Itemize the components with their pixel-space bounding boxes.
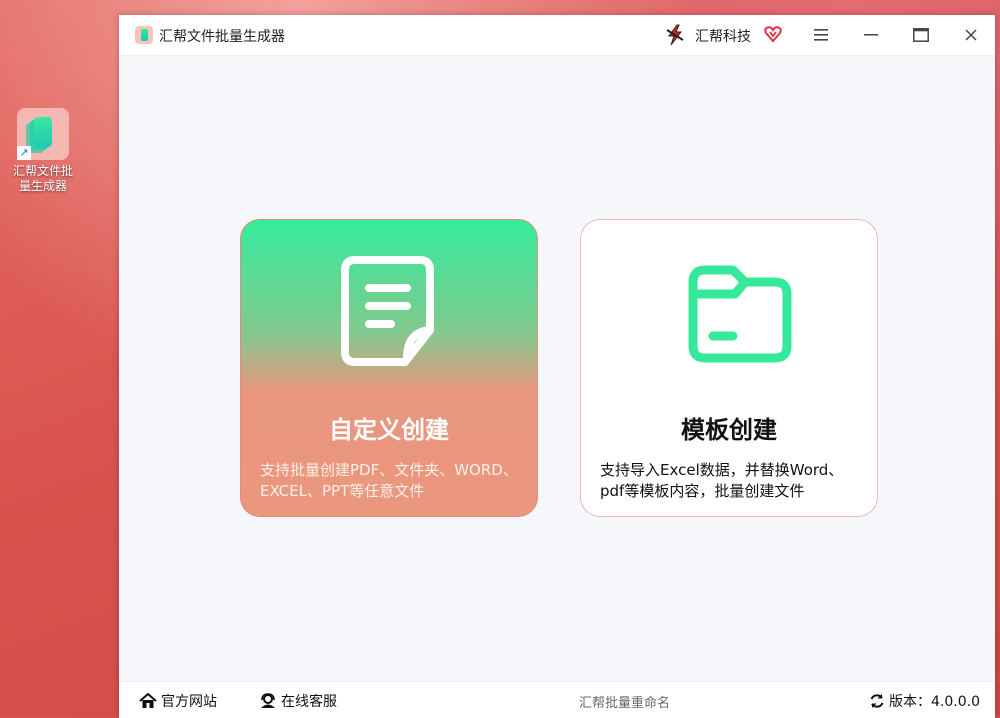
refresh-icon	[870, 694, 884, 708]
menu-button[interactable]	[807, 21, 835, 49]
brand-logo-icon	[666, 24, 684, 46]
folder-icon	[688, 265, 792, 363]
version-info[interactable]: 版本：4.0.0.0	[869, 691, 980, 711]
home-icon	[139, 693, 157, 708]
brand-name[interactable]: 汇帮科技	[695, 26, 751, 46]
status-bar: 官方网站 在线客服 汇帮批量重命名 版本：4.0.0.0	[119, 681, 995, 718]
maximize-button[interactable]	[907, 21, 935, 49]
custom-create-description: 支持批量创建PDF、文件夹、WORD、EXCEL、PPT等任意文件	[260, 461, 518, 500]
customer-service-icon	[261, 693, 275, 708]
batch-rename-link[interactable]: 汇帮批量重命名	[579, 692, 670, 711]
title-bar[interactable]: 汇帮文件批量生成器 汇帮科技	[119, 15, 995, 56]
template-create-description: 支持导入Excel数据，并替换Word、pdf等模板内容，批量创建文件	[600, 461, 844, 500]
app-shortcut-icon: ↗	[17, 108, 69, 160]
custom-create-card[interactable]: 自定义创建 支持批量创建PDF、文件夹、WORD、EXCEL、PPT等任意文件	[240, 219, 538, 517]
online-service-link[interactable]: 在线客服	[259, 691, 337, 711]
close-icon	[965, 29, 977, 41]
template-create-title: 模板创建	[681, 416, 777, 444]
menu-icon	[814, 29, 828, 41]
app-window: 汇帮文件批量生成器 汇帮科技 自定义创建 支持批量创建PDF、文件夹、WORD、…	[119, 15, 995, 718]
document-icon	[341, 256, 434, 366]
minimize-button[interactable]	[857, 21, 885, 49]
maximize-icon	[913, 28, 929, 42]
close-button[interactable]	[957, 21, 985, 49]
app-icon	[135, 26, 153, 44]
custom-create-title: 自定义创建	[329, 416, 449, 444]
shortcut-arrow-icon: ↗	[17, 146, 31, 160]
version-label: 版本：4.0.0.0	[889, 694, 980, 710]
desktop-shortcut-label: 汇帮文件批 量生成器	[12, 164, 73, 193]
template-create-card[interactable]: 模板创建 支持导入Excel数据，并替换Word、pdf等模板内容，批量创建文件	[580, 219, 878, 517]
vip-heart-icon[interactable]	[764, 25, 782, 43]
desktop-shortcut-icon[interactable]: ↗ 汇帮文件批 量生成器	[8, 108, 78, 194]
minimize-icon	[864, 34, 878, 36]
online-service-label: 在线客服	[281, 694, 337, 710]
official-website-link[interactable]: 官方网站	[139, 691, 217, 711]
window-title: 汇帮文件批量生成器	[159, 29, 285, 45]
official-website-label: 官方网站	[161, 694, 217, 710]
